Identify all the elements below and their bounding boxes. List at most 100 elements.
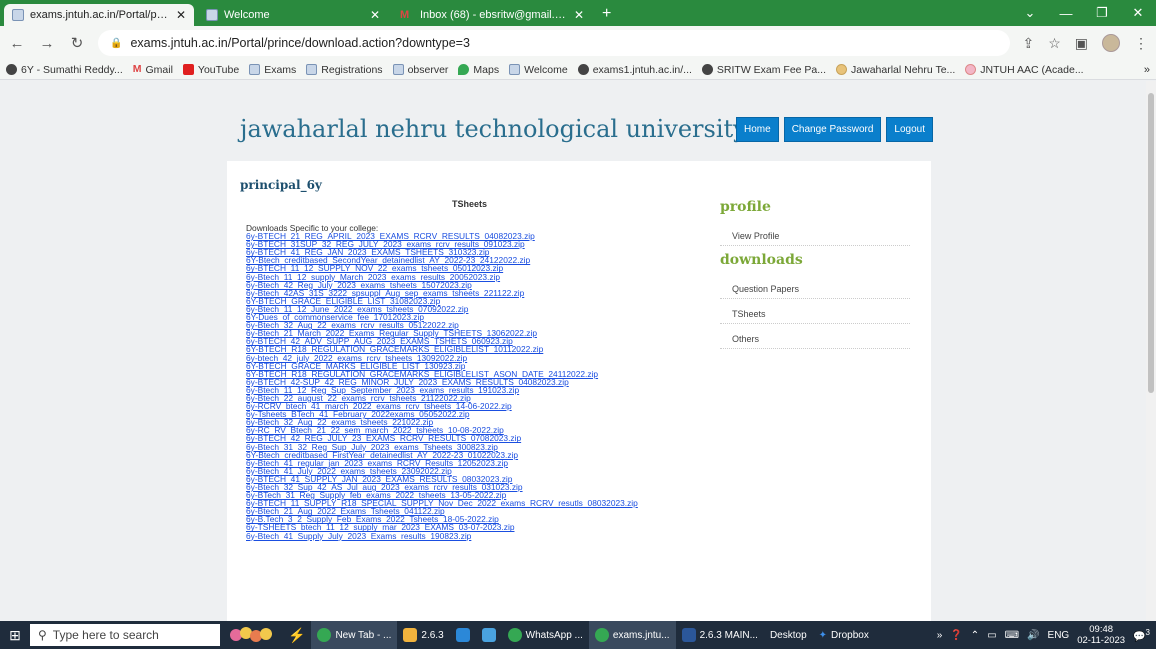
bookmark-item[interactable]: JNTUH AAC (Acade... [965, 63, 1084, 76]
search-highlight-icon[interactable] [226, 624, 282, 646]
bookmark-item[interactable]: Exams [249, 64, 296, 76]
sidepanel-icon[interactable]: ▣ [1075, 35, 1088, 52]
clock[interactable]: 09:48 02-11-2023 [1077, 624, 1125, 646]
question-papers-link[interactable]: Question Papers [720, 274, 910, 299]
network-icon[interactable]: ⌨ [1005, 630, 1019, 641]
search-placeholder: Type here to search [52, 628, 159, 642]
zap-app-icon[interactable]: ⚡ [282, 621, 311, 649]
gmail-icon: M [400, 9, 410, 21]
bookmark-label: 6Y - Sumathi Reddy... [21, 63, 123, 76]
bookmark-item[interactable]: Registrations [306, 64, 383, 76]
close-tab-icon[interactable]: ✕ [370, 8, 380, 22]
bookmark-item[interactable]: Jawaharlal Nehru Te... [836, 64, 955, 76]
notifications-icon[interactable]: 💬3 [1133, 628, 1150, 642]
toolbar-overflow-icon[interactable]: » [937, 630, 943, 641]
site-favicon-icon [509, 64, 521, 75]
taskbar-search[interactable]: ⚲ Type here to search [30, 624, 220, 646]
taskbar-app-folder[interactable]: 2.6.3 [397, 621, 449, 649]
change-password-button[interactable]: Change Password [783, 117, 882, 142]
logout-button[interactable]: Logout [886, 117, 933, 142]
tray-chevron-up-icon[interactable]: ⌃ [971, 630, 979, 641]
browser-toolbar: ← → ↻ 🔒 exams.jntuh.ac.in/Portal/prince/… [0, 26, 1156, 60]
tab-title: Welcome [224, 9, 270, 21]
seal-icon [965, 64, 977, 75]
tab-welcome[interactable]: Welcome ✕ [198, 4, 388, 26]
taskbar-app-label: 2.6.3 MAIN... [699, 629, 758, 641]
taskbar-app-chrome-newtab[interactable]: New Tab - ... [311, 621, 398, 649]
bookmark-item[interactable]: exams1.jntuh.ac.in/... [577, 64, 692, 76]
scrollbar-thumb[interactable] [1148, 93, 1154, 393]
bookmark-item[interactable]: Welcome [509, 64, 568, 76]
taskbar-app-store[interactable] [476, 621, 502, 649]
globe-icon [701, 64, 713, 75]
battery-icon[interactable]: ▭ [987, 630, 996, 641]
tab-gmail[interactable]: M Inbox (68) - ebsritw@gmail.com ✕ [392, 4, 592, 26]
forward-icon[interactable]: → [38, 35, 56, 52]
profile-avatar[interactable] [1102, 34, 1120, 52]
bookmark-item[interactable]: observer [392, 64, 448, 76]
tab-strip: exams.jntuh.ac.in/Portal/prince/ ✕ Welco… [0, 0, 1156, 26]
bookmark-label: JNTUH AAC (Acade... [980, 63, 1084, 76]
sidebar: profile View Profile downloads Question … [720, 199, 910, 349]
bookmark-item[interactable]: M Gmail [133, 64, 173, 76]
address-bar[interactable]: 🔒 exams.jntuh.ac.in/Portal/prince/downlo… [98, 30, 1011, 56]
maps-icon [458, 64, 470, 75]
help-icon[interactable]: ❓ [950, 630, 962, 641]
close-tab-icon[interactable]: ✕ [176, 8, 186, 22]
page-scrollbar[interactable] [1146, 81, 1156, 621]
back-icon[interactable]: ← [8, 35, 26, 52]
reload-icon[interactable]: ↻ [68, 34, 86, 52]
taskbar-app-exams[interactable]: exams.jntu... [588, 621, 676, 649]
tab-search-icon[interactable]: ⌄ [1012, 5, 1048, 21]
youtube-icon [182, 64, 194, 75]
bookmarks-overflow-button[interactable]: » [1144, 64, 1150, 76]
volume-icon[interactable]: 🔊 [1027, 630, 1039, 641]
username: principal_6y [240, 178, 322, 192]
tab-title: exams.jntuh.ac.in/Portal/prince/ [30, 9, 170, 21]
tsheets-link[interactable]: TSheets [720, 299, 910, 324]
clock-time: 09:48 [1089, 624, 1114, 635]
system-tray: » ❓ ⌃ ▭ ⌨ 🔊 ENG 09:48 02-11-2023 💬3 [937, 624, 1156, 646]
language-icon[interactable]: ENG [1048, 630, 1070, 641]
windows-start-icon[interactable]: ⊞ [0, 627, 30, 644]
taskbar-app-label: New Tab - ... [335, 629, 392, 641]
bookmark-item[interactable]: 6Y - Sumathi Reddy... [6, 64, 123, 76]
desktop-toolbar[interactable]: Desktop [764, 621, 813, 649]
site-favicon-icon [12, 9, 24, 21]
tab-portal[interactable]: exams.jntuh.ac.in/Portal/prince/ ✕ [4, 4, 194, 26]
menu-icon[interactable]: ⋮ [1134, 35, 1148, 52]
dropbox-toolbar[interactable]: ✦ Dropbox [813, 621, 875, 649]
tab-title: Inbox (68) - ebsritw@gmail.com [420, 9, 568, 21]
download-list: Downloads Specific to your college: 6y-B… [246, 224, 716, 540]
taskbar-app-word[interactable]: 2.6.3 MAIN... [676, 621, 764, 649]
site-favicon-icon [306, 64, 318, 75]
bookmark-label: Gmail [145, 63, 173, 76]
folder-icon [403, 628, 418, 642]
content-panel: principal_6y TSheets Downloads Specific … [227, 161, 931, 621]
new-tab-button[interactable]: + [602, 5, 611, 23]
view-profile-link[interactable]: View Profile [720, 221, 910, 246]
dropbox-icon: ✦ [818, 629, 828, 641]
window-controls: ⌄ — ❐ ✕ [1012, 0, 1156, 26]
bookmark-label: Exams [264, 63, 297, 76]
bookmark-item[interactable]: Maps [458, 64, 499, 76]
lock-icon[interactable]: 🔒 [110, 38, 122, 49]
close-tab-icon[interactable]: ✕ [574, 8, 584, 22]
dropbox-label: Dropbox [831, 629, 869, 641]
star-icon[interactable]: ☆ [1048, 35, 1061, 52]
bookmark-item[interactable]: SRITW Exam Fee Pa... [701, 64, 826, 76]
download-file-link[interactable]: 6y-Btech_41_Supply_July_2023_Exams_resul… [246, 531, 716, 539]
maximize-icon[interactable]: ❐ [1084, 5, 1120, 21]
taskbar-app-whatsapp[interactable]: WhatsApp ... [502, 621, 589, 649]
share-icon[interactable]: ⇪ [1022, 35, 1034, 52]
bookmark-item[interactable]: YouTube [182, 64, 239, 76]
section-heading: TSheets [452, 199, 488, 209]
close-window-icon[interactable]: ✕ [1120, 5, 1156, 21]
others-link[interactable]: Others [720, 324, 910, 349]
page-viewport: jawaharlal nehru technological universit… [0, 81, 1146, 621]
taskbar-app-mail[interactable] [450, 621, 476, 649]
minimize-icon[interactable]: — [1048, 6, 1084, 21]
home-button[interactable]: Home [736, 117, 779, 142]
site-favicon-icon [206, 9, 218, 21]
globe-icon [6, 64, 17, 75]
